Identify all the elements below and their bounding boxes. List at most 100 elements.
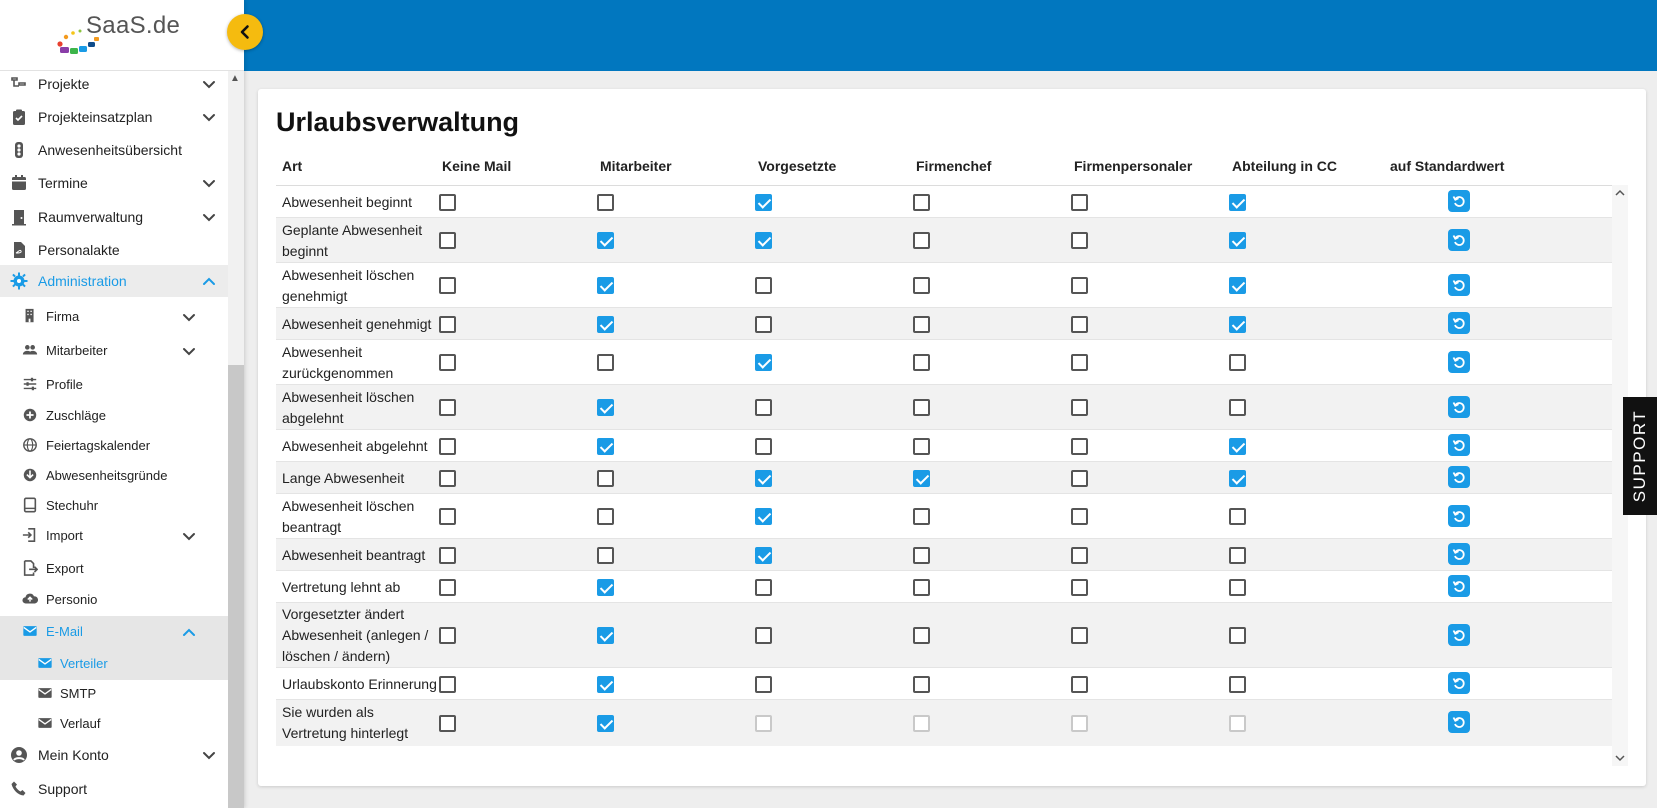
reset-default-button[interactable] [1448, 543, 1470, 565]
checkbox-keine-mail[interactable] [439, 714, 456, 732]
checkbox-mitarbeiter[interactable] [597, 399, 614, 416]
sidebar-item-termine[interactable]: Termine [0, 171, 228, 195]
sidebar-item-firma[interactable]: Firma [0, 305, 228, 329]
checkbox-keine-mail[interactable] [439, 232, 456, 249]
checkbox-mitarbeiter[interactable] [597, 578, 614, 596]
checkbox-firmenchef[interactable] [913, 469, 930, 487]
checkbox-firmenpersonaler[interactable] [1071, 193, 1088, 211]
sidebar-item-export[interactable]: Export [0, 557, 228, 581]
checkbox-firmenpersonaler[interactable] [1071, 232, 1088, 249]
checkbox-vorgesetzte[interactable] [755, 437, 772, 455]
scroll-up-icon[interactable]: ▲ [230, 73, 240, 84]
checkbox-vorgesetzte[interactable] [755, 469, 772, 487]
checkbox-abteilung-in-cc[interactable] [1229, 399, 1246, 416]
checkbox-firmenpersonaler[interactable] [1071, 437, 1088, 455]
checkbox-vorgesetzte[interactable] [755, 508, 772, 525]
checkbox-mitarbeiter[interactable] [597, 508, 614, 525]
checkbox-keine-mail[interactable] [439, 193, 456, 211]
checkbox-firmenchef[interactable] [913, 193, 930, 211]
checkbox-abteilung-in-cc[interactable] [1229, 232, 1246, 249]
sidebar-item-smtp[interactable]: SMTP [0, 682, 228, 706]
checkbox-firmenchef[interactable] [913, 315, 930, 333]
sidebar-item-anwesenheitsübersicht[interactable]: Anwesenheitsübersicht [0, 138, 228, 162]
support-tab[interactable]: SUPPORT [1623, 397, 1657, 515]
checkbox-mitarbeiter[interactable] [597, 232, 614, 249]
sidebar-item-stechuhr[interactable]: Stechuhr [0, 494, 228, 518]
reset-default-button[interactable] [1448, 575, 1470, 597]
checkbox-mitarbeiter[interactable] [597, 627, 614, 644]
checkbox-firmenpersonaler[interactable] [1071, 546, 1088, 564]
checkbox-firmenchef[interactable] [913, 277, 930, 294]
sidebar-item-profile[interactable]: Profile [0, 373, 228, 397]
sidebar-item-personalakte[interactable]: Personalakte [0, 238, 228, 262]
checkbox-vorgesetzte[interactable] [755, 546, 772, 564]
checkbox-firmenchef[interactable] [913, 437, 930, 455]
collapse-sidebar-button[interactable] [227, 14, 263, 50]
chevron-down-icon[interactable] [202, 77, 216, 91]
sidebar-item-personio[interactable]: Personio [0, 588, 228, 612]
checkbox-mitarbeiter[interactable] [597, 437, 614, 455]
chevron-up-icon[interactable] [182, 625, 196, 639]
checkbox-mitarbeiter[interactable] [597, 354, 614, 371]
sidebar-item-abwesenheitsgründe[interactable]: Abwesenheitsgründe [0, 464, 228, 488]
checkbox-abteilung-in-cc[interactable] [1229, 315, 1246, 333]
checkbox-vorgesetzte[interactable] [755, 578, 772, 596]
checkbox-firmenchef[interactable] [913, 399, 930, 416]
sidebar-item-projekte[interactable]: Projekte [0, 72, 228, 96]
reset-default-button[interactable] [1448, 672, 1470, 694]
checkbox-keine-mail[interactable] [439, 627, 456, 644]
checkbox-vorgesetzte[interactable] [755, 193, 772, 211]
sidebar-item-verteiler[interactable]: Verteiler [0, 652, 228, 676]
sidebar-item-zuschläge[interactable]: Zuschläge [0, 404, 228, 428]
checkbox-firmenchef[interactable] [913, 546, 930, 564]
checkbox-vorgesetzte[interactable] [755, 277, 772, 294]
checkbox-keine-mail[interactable] [439, 508, 456, 525]
checkbox-mitarbeiter[interactable] [597, 193, 614, 211]
sidebar-item-mein-konto[interactable]: Mein Konto [0, 743, 228, 767]
checkbox-firmenchef[interactable] [913, 627, 930, 644]
reset-default-button[interactable] [1448, 504, 1470, 527]
checkbox-firmenpersonaler[interactable] [1071, 399, 1088, 416]
chevron-down-icon[interactable] [182, 529, 196, 543]
reset-default-button[interactable] [1448, 190, 1470, 212]
checkbox-keine-mail[interactable] [439, 354, 456, 371]
reset-default-button[interactable] [1448, 312, 1470, 334]
sidebar-item-projekteinsatzplan[interactable]: Projekteinsatzplan [0, 105, 228, 129]
checkbox-abteilung-in-cc[interactable] [1229, 277, 1246, 294]
checkbox-keine-mail[interactable] [439, 578, 456, 596]
checkbox-firmenpersonaler[interactable] [1071, 354, 1088, 371]
checkbox-mitarbeiter[interactable] [597, 546, 614, 564]
chevron-down-icon[interactable] [182, 310, 196, 324]
checkbox-vorgesetzte[interactable] [755, 315, 772, 333]
sidebar-item-import[interactable]: Import [0, 524, 228, 548]
checkbox-vorgesetzte[interactable] [755, 232, 772, 249]
checkbox-firmenchef[interactable] [913, 578, 930, 596]
chevron-down-icon[interactable] [202, 110, 216, 124]
reset-default-button[interactable] [1448, 228, 1470, 251]
checkbox-abteilung-in-cc[interactable] [1229, 675, 1246, 693]
checkbox-abteilung-in-cc[interactable] [1229, 508, 1246, 525]
checkbox-mitarbeiter[interactable] [597, 315, 614, 333]
checkbox-vorgesetzte[interactable] [755, 675, 772, 693]
logo[interactable]: SaaS.de [0, 0, 244, 71]
chevron-down-icon[interactable] [202, 176, 216, 190]
checkbox-abteilung-in-cc[interactable] [1229, 546, 1246, 564]
checkbox-firmenpersonaler[interactable] [1071, 675, 1088, 693]
reset-default-button[interactable] [1448, 395, 1470, 418]
sidebar-item-support[interactable]: Support [0, 777, 228, 801]
checkbox-keine-mail[interactable] [439, 437, 456, 455]
checkbox-abteilung-in-cc[interactable] [1229, 437, 1246, 455]
checkbox-firmenpersonaler[interactable] [1071, 508, 1088, 525]
sidebar-item-raumverwaltung[interactable]: Raumverwaltung [0, 205, 228, 229]
checkbox-keine-mail[interactable] [439, 546, 456, 564]
reset-default-button[interactable] [1448, 350, 1470, 373]
checkbox-abteilung-in-cc[interactable] [1229, 469, 1246, 487]
reset-default-button[interactable] [1448, 623, 1470, 646]
reset-default-button[interactable] [1448, 466, 1470, 488]
sidebar-item-administration[interactable]: Administration [0, 269, 228, 293]
chevron-down-icon[interactable] [202, 748, 216, 762]
checkbox-mitarbeiter[interactable] [597, 675, 614, 693]
checkbox-firmenpersonaler[interactable] [1071, 469, 1088, 487]
sidebar-item-e-mail[interactable]: E-Mail [0, 620, 228, 644]
checkbox-abteilung-in-cc[interactable] [1229, 193, 1246, 211]
